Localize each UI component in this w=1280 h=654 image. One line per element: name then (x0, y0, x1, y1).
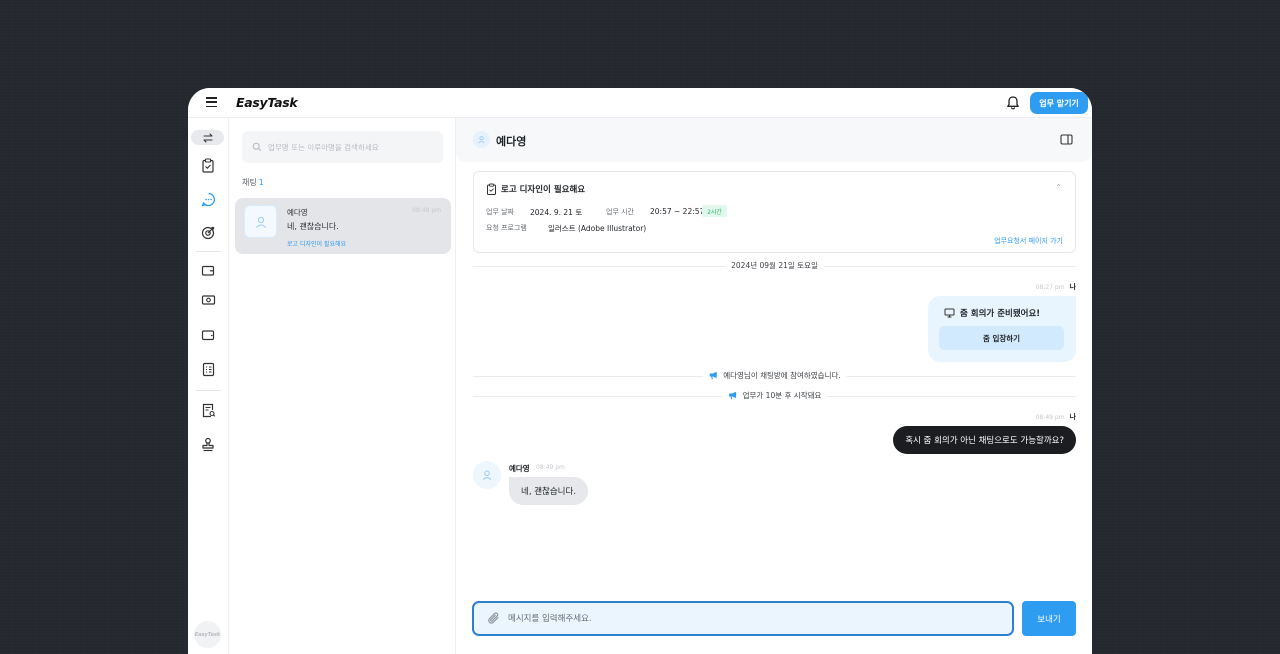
message-meta: 08:27 pm 나 (1036, 282, 1076, 292)
message-time: 08:49 pm (536, 464, 565, 471)
swap-mode-button[interactable] (191, 130, 224, 145)
user-icon (255, 216, 266, 228)
task-date-value: 2024. 9. 21 토 (530, 208, 583, 217)
chat-item-last-message: 네, 괜찮습니다. (287, 222, 339, 231)
message-input[interactable] (508, 610, 998, 627)
system-message: 업무가 10분 후 시작돼요 (473, 390, 1076, 402)
card-icon (201, 330, 215, 341)
task-time-value: 20:57 ~ 22:57 (650, 207, 705, 216)
search-icon (252, 142, 262, 152)
sidebar-item-checklist[interactable] (188, 356, 228, 382)
date-divider: 2024년 09월 21일 토요일 (473, 260, 1076, 272)
message-composer (472, 601, 1014, 636)
task-title: 로고 디자인이 필요해요 (501, 185, 586, 195)
chat-list-item[interactable]: 예다영 08:49 pm 네, 괜찮습니다. 로고 디자인이 필요해요 (235, 198, 451, 254)
system-message-text: 업무가 10분 후 시작돼요 (742, 391, 822, 400)
join-zoom-button[interactable]: 줌 입장하기 (939, 326, 1064, 350)
checklist-icon (202, 362, 214, 376)
sidebar-item-goals[interactable] (188, 219, 228, 245)
message-sender: 나 (1069, 283, 1076, 291)
top-bar: EasyTask 업무 맡기기 (188, 88, 1092, 118)
sidebar-item-documents[interactable] (188, 397, 228, 423)
hamburger-menu-icon[interactable] (206, 97, 217, 109)
paperclip-icon[interactable] (487, 611, 501, 626)
chevron-up-icon[interactable]: ⌃ (1055, 183, 1062, 192)
task-program-value: 일러스트 (Adobe Illustrator) (548, 224, 647, 233)
chat-list-panel: 채팅1 예다영 08:49 pm 네, 괜찮습니다. 로고 디자인이 필요해요 (229, 118, 456, 654)
sender-avatar (473, 461, 501, 489)
message-time: 08:49 pm (1035, 414, 1065, 421)
task-time-label: 업무 시간 (606, 208, 634, 216)
user-icon (482, 470, 492, 481)
wallet-icon (201, 265, 215, 276)
chat-partner-name: 예다영 (496, 135, 527, 148)
chat-item-avatar (244, 205, 277, 238)
chat-item-time: 08:49 pm (412, 207, 441, 214)
sidebar-item-card[interactable] (188, 322, 228, 348)
sidebar-item-approval[interactable] (188, 431, 228, 457)
document-search-icon (202, 403, 215, 417)
sender-name: 예다영 (509, 464, 530, 473)
date-divider-text: 2024년 09월 21일 토요일 (725, 260, 824, 271)
chat-header: 예다영 (456, 118, 1092, 162)
user-avatar[interactable]: EasyTask (194, 621, 221, 648)
megaphone-icon (709, 371, 717, 380)
swap-icon (202, 132, 213, 143)
zoom-card-title-text: 줌 회의가 준비됐어요! (960, 309, 1041, 319)
chat-icon (200, 192, 215, 207)
chat-count-value: 1 (258, 178, 264, 187)
app-window: EasyTask 업무 맡기기 EasyTask 업무명 또는 이루아명을 검색… (188, 88, 1092, 654)
message-meta: 08:49 pm 나 (1036, 412, 1076, 422)
request-task-button[interactable]: 업무 맡기기 (1030, 92, 1088, 114)
system-message: 예다영님이 채팅방에 참여하였습니다. (473, 370, 1076, 382)
user-icon (478, 136, 485, 144)
sidebar-item-cash[interactable] (188, 287, 228, 313)
chat-item-task-tag: 로고 디자인이 필요해요 (287, 241, 347, 248)
app-logo[interactable]: EasyTask (236, 95, 298, 110)
sidebar-item-chat[interactable] (188, 186, 228, 212)
clipboard-check-icon (487, 183, 496, 195)
search-box (242, 131, 443, 163)
chat-partner-avatar (473, 131, 490, 148)
send-button[interactable]: 보내기 (1022, 601, 1076, 636)
stamp-icon (202, 437, 214, 451)
task-summary-card: 로고 디자인이 필요해요 ⌃ 업무 날짜 2024. 9. 21 토 업무 시간… (473, 171, 1076, 253)
chat-count-label: 채팅 (242, 178, 257, 187)
megaphone-icon (728, 391, 736, 400)
message-time: 08:27 pm (1035, 284, 1065, 291)
side-panel-toggle-icon[interactable] (1060, 134, 1073, 145)
task-request-page-link[interactable]: 업무요청서 페이지 가기 (994, 236, 1063, 246)
task-date-label: 업무 날짜 (486, 208, 514, 216)
cash-icon (201, 295, 215, 305)
sidebar-item-tasks[interactable] (188, 152, 228, 178)
chat-item-name: 예다영 (287, 208, 308, 217)
duration-badge: 2시간 (702, 205, 727, 217)
incoming-message-bubble: 네, 괜찮습니다. (509, 477, 589, 505)
sidebar-item-wallet[interactable] (188, 257, 228, 283)
chat-panel: 예다영 로고 디자인이 필요해요 ⌃ 업무 날짜 2024. 9. 21 토 업… (456, 118, 1092, 654)
zoom-card-title: 줌 회의가 준비됐어요! (944, 307, 1040, 319)
outgoing-message-bubble: 혹시 줌 회의가 아닌 채팅으로도 가능할까요? (893, 426, 1076, 454)
task-program-label: 요청 프로그램 (486, 224, 527, 232)
zoom-meeting-card: 줌 회의가 준비됐어요! 줌 입장하기 (928, 296, 1076, 362)
monitor-icon (944, 308, 955, 318)
chat-count: 채팅 1 (242, 177, 264, 188)
message-sender: 나 (1069, 413, 1076, 421)
target-icon (201, 226, 214, 239)
task-clipboard-icon (202, 157, 214, 173)
icon-sidebar: EasyTask (188, 118, 229, 654)
bell-icon[interactable] (1006, 95, 1020, 111)
system-message-text: 예다영님이 채팅방에 참여하였습니다. (723, 371, 841, 380)
search-input[interactable] (268, 139, 433, 155)
